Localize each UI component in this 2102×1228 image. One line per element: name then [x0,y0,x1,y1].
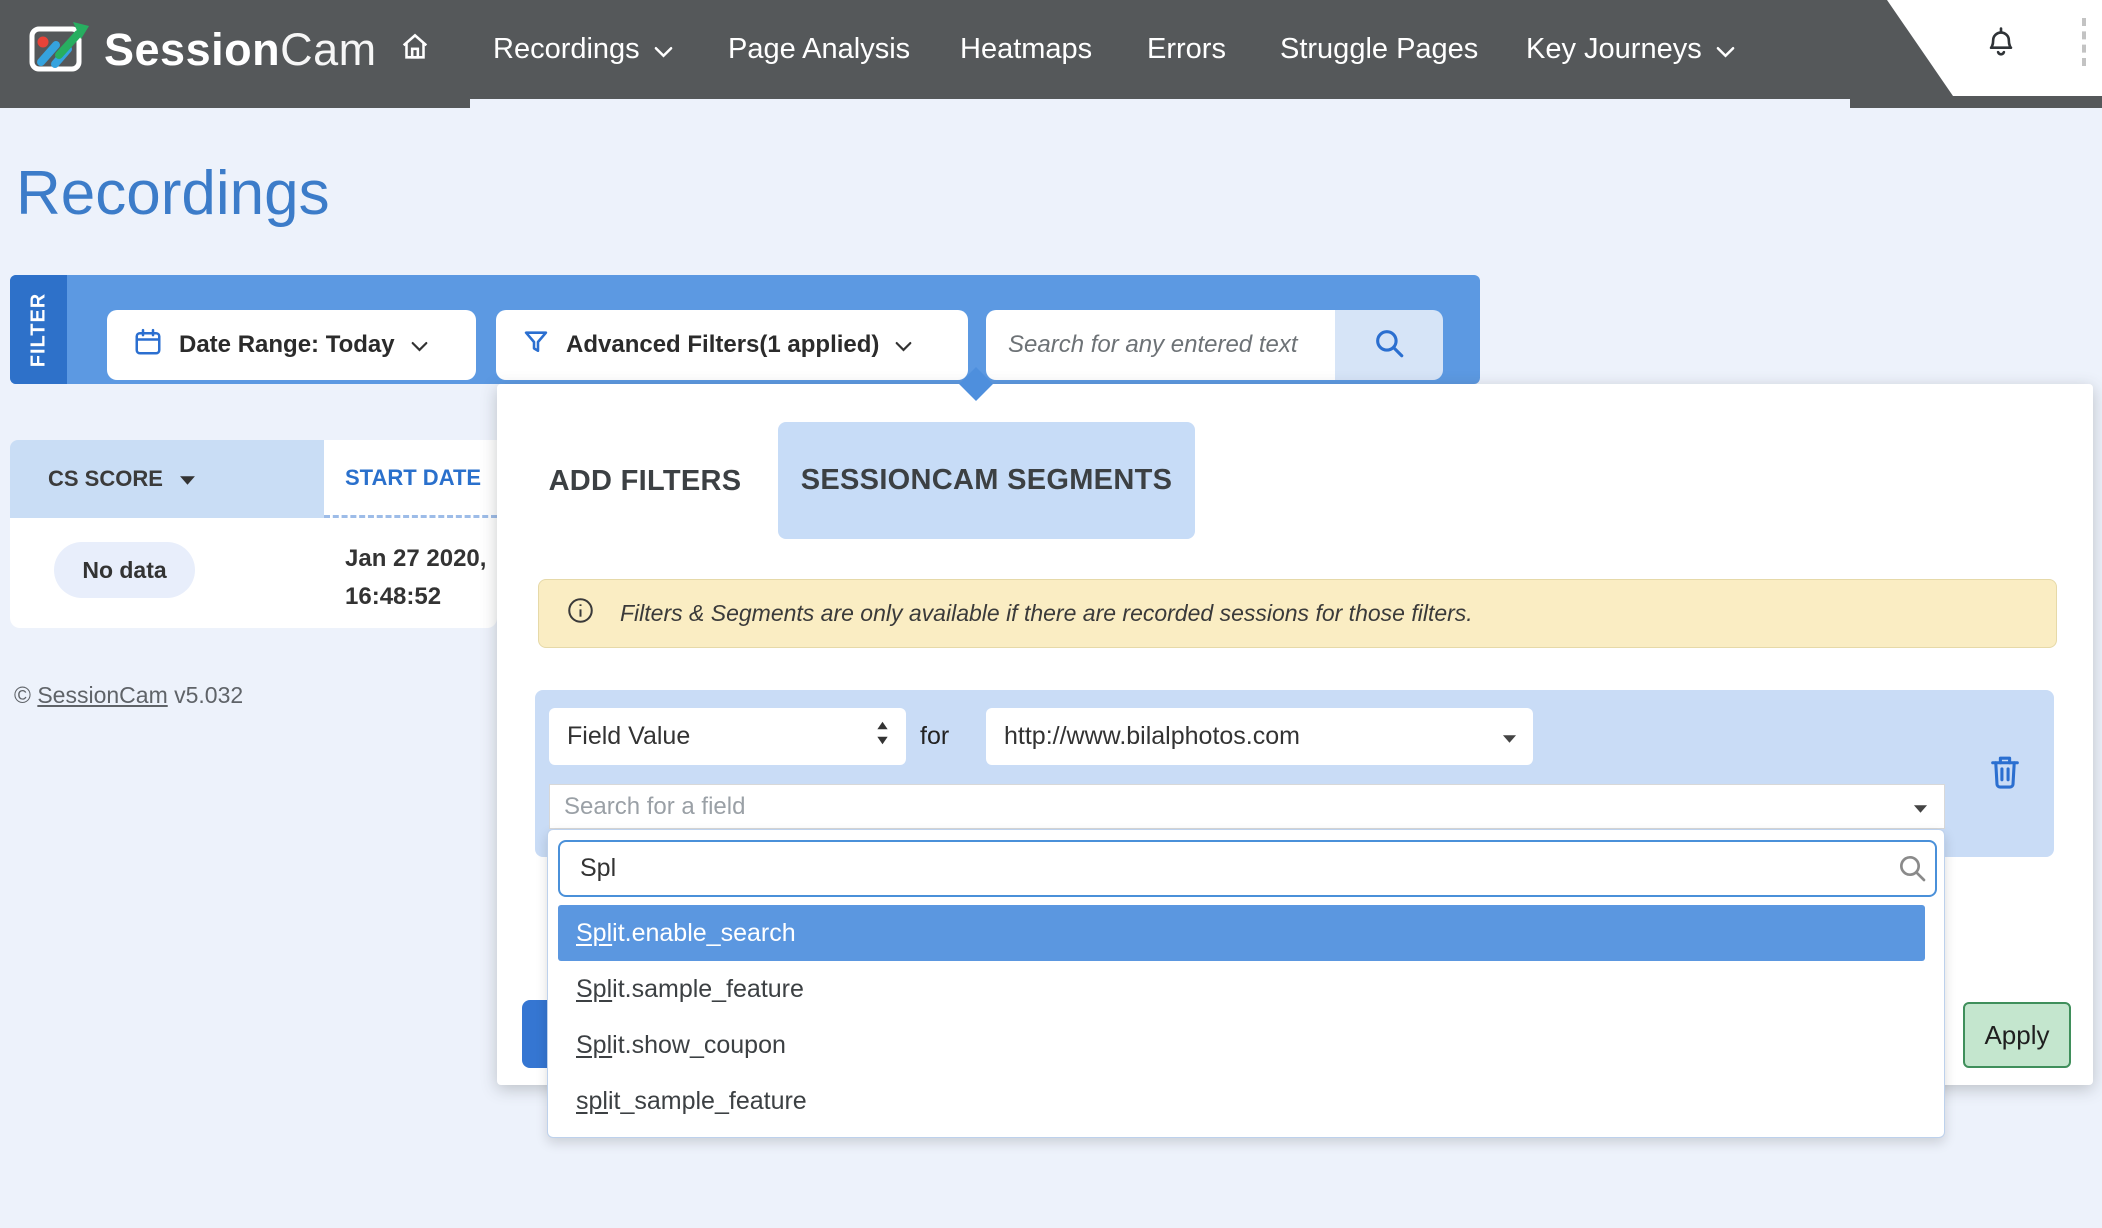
nav-home[interactable] [398,0,432,99]
column-header-start-date[interactable]: START DATE [324,440,497,518]
brand-logo[interactable]: SessionCam [28,20,377,79]
chevron-down-icon [1716,33,1735,66]
nav-errors[interactable]: Errors [1147,0,1226,99]
site-select[interactable]: http://www.bilalphotos.com [986,708,1533,765]
field-filter-input[interactable] [558,840,1937,897]
caret-down-icon [1913,793,1928,821]
app-root: SessionCam Recordings Page Analysis Heat… [0,0,2102,1228]
search-icon [1372,326,1406,365]
brand-name: SessionCam [104,24,377,76]
info-banner: Filters & Segments are only available if… [538,579,2057,648]
field-type-select[interactable]: Field Value [549,708,906,765]
search-input[interactable] [986,310,1335,380]
sessioncam-link[interactable]: SessionCam [37,682,167,708]
date-range-button[interactable]: Date Range: Today [107,310,476,380]
field-option[interactable]: Split.sample_feature [558,961,1925,1017]
navbar-active-extension [0,99,470,108]
start-date-cell: Jan 27 2020, 16:48:52 [345,540,486,616]
column-header-cs-score[interactable]: CS SCORE [10,440,324,518]
funnel-icon [522,328,550,363]
navbar-bottom-strip [1850,96,2102,108]
advanced-filters-button[interactable]: Advanced Filters(1 applied) [496,310,968,380]
info-icon [567,597,594,630]
tab-add-filters[interactable]: ADD FILTERS [540,445,750,517]
tab-sessioncam-segments[interactable]: SESSIONCAM SEGMENTS [778,422,1195,539]
nav-recordings[interactable]: Recordings [493,0,673,99]
trash-icon [1986,779,2024,796]
field-option[interactable]: split_sample_feature [558,1073,1925,1129]
updown-spinner-icon [875,719,890,754]
sessioncam-logo-icon [28,20,90,79]
apply-button[interactable]: Apply [1963,1002,2071,1068]
notifications-bell-icon[interactable] [1985,26,2017,60]
chevron-down-icon [654,33,673,66]
dashed-divider [2082,18,2086,66]
filter-vertical-tab[interactable]: FILTER [10,275,67,384]
nav-heatmaps[interactable]: Heatmaps [960,0,1092,99]
nav-key-journeys[interactable]: Key Journeys [1526,0,1735,99]
search-icon [1896,852,1928,884]
field-option[interactable]: Split.show_coupon [558,1017,1925,1073]
cs-score-badge: No data [54,542,195,598]
sort-descending-icon [179,466,196,492]
field-search-combobox[interactable]: Search for a field [549,784,1945,829]
chevron-down-icon [411,331,428,359]
field-option[interactable]: Split.enable_search [558,905,1925,961]
delete-filter-button[interactable] [1986,752,2024,792]
for-label: for [920,708,949,765]
calendar-icon [133,327,163,364]
nav-struggle-pages[interactable]: Struggle Pages [1280,0,1478,99]
page-title: Recordings [16,158,330,229]
chevron-down-icon [895,331,912,359]
version-footer: © SessionCam v5.032 [14,682,243,709]
home-icon [398,29,432,71]
nav-page-analysis[interactable]: Page Analysis [728,0,910,99]
caret-down-icon [1502,722,1517,751]
search-button[interactable] [1335,310,1443,380]
